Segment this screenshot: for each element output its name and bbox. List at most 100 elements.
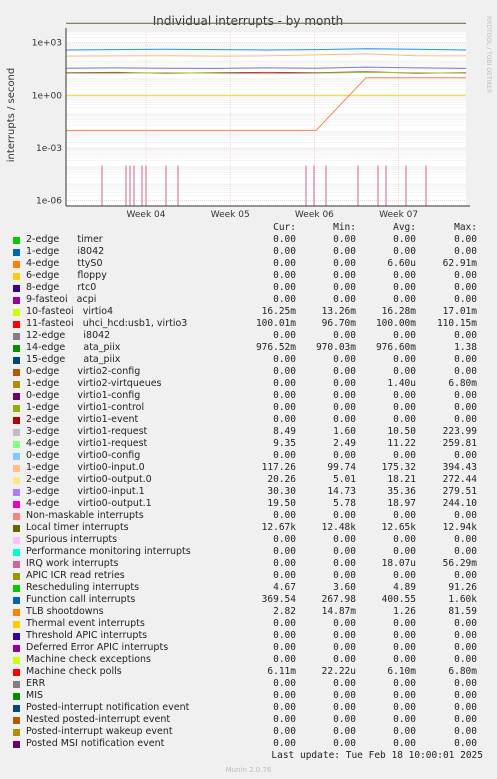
legend-avg: 18.07u <box>381 558 416 569</box>
legend-cur: 0.00 <box>273 366 296 377</box>
legend-max: 223.99 <box>442 426 477 437</box>
chart-title: Individual interrupts - by month <box>153 14 344 28</box>
legend-row: 12-edge i8042 0.00 0.00 0.00 0.00 <box>12 330 492 342</box>
legend-avg: 18.97 <box>387 498 416 509</box>
legend-min: 0.00 <box>333 402 356 413</box>
legend-max: 259.81 <box>442 438 477 449</box>
legend-min: 0.00 <box>333 282 356 293</box>
legend-row: Function call interrupts 369.54 267.98 400.… <box>12 594 492 606</box>
legend-label: Performance monitoring interrupts <box>26 546 191 557</box>
legend-label: Non-maskable interrupts <box>26 510 144 521</box>
legend-avg: 6.60u <box>387 258 416 269</box>
legend-avg: 35.36 <box>387 486 416 497</box>
legend-swatch <box>13 345 20 352</box>
legend-max: 0.00 <box>454 630 477 641</box>
legend-cur: 0.00 <box>273 738 296 749</box>
legend-cur: 976.52m <box>255 342 296 353</box>
legend-label: 4-edge ttyS0 <box>26 258 103 269</box>
legend-min: 0.00 <box>333 558 356 569</box>
legend-row: 14-edge ata_piix 976.52m 970.03m 976.60m 1.3… <box>12 342 492 354</box>
legend-cur: 0.00 <box>273 330 296 341</box>
legend-row: 15-edge ata_piix 0.00 0.00 0.00 0.00 <box>12 354 492 366</box>
legend-min: 0.00 <box>333 654 356 665</box>
legend-max: 394.43 <box>442 462 477 473</box>
legend-label: TLB shootdowns <box>26 606 104 617</box>
legend-min: 96.70m <box>321 318 356 329</box>
legend-max: 244.10 <box>442 498 477 509</box>
legend-row: 2-edge timer 0.00 0.00 0.00 0.00 <box>12 234 492 246</box>
legend-cur: 369.54 <box>261 594 296 605</box>
legend-label: Posted-interrupt notification event <box>26 702 190 713</box>
legend-cur: 0.00 <box>273 246 296 257</box>
legend-max: 6.80m <box>448 378 477 389</box>
header-max: Max: <box>454 222 477 233</box>
legend-max: 272.44 <box>442 474 477 485</box>
legend-cur: 0.00 <box>273 414 296 425</box>
legend-max: 0.00 <box>454 402 477 413</box>
legend-swatch <box>13 285 20 292</box>
legend-max: 0.00 <box>454 270 477 281</box>
legend-max: 0.00 <box>454 366 477 377</box>
legend-min: 0.00 <box>333 690 356 701</box>
header-cur: Cur: <box>273 222 296 233</box>
legend-cur: 4.67 <box>273 582 296 593</box>
legend-avg: 0.00 <box>393 678 416 689</box>
legend-avg: 0.00 <box>393 534 416 545</box>
legend-label: 4-edge virtio0-output.1 <box>26 498 152 509</box>
legend-min: 0.00 <box>333 294 356 305</box>
legend-row: Posted-interrupt wakeup event 0.00 0.00 0.0… <box>12 726 492 738</box>
legend-row: 11-fasteoi uhci_hcd:usb1, virtio3 100.01m… <box>12 318 492 330</box>
legend-swatch <box>13 489 20 496</box>
legend-swatch <box>13 465 20 472</box>
legend-max: 0.00 <box>454 534 477 545</box>
legend-label: 0-edge virtio2-config <box>26 366 141 377</box>
legend-min: 14.87m <box>321 606 356 617</box>
legend-row: MIS 0.00 0.00 0.00 0.00 <box>12 690 492 702</box>
legend-swatch <box>13 297 20 304</box>
legend-max: 91.26 <box>448 582 477 593</box>
legend-min: 0.00 <box>333 366 356 377</box>
header-min: Min: <box>333 222 356 233</box>
legend-label: 0-edge virtio1-config <box>26 390 141 401</box>
legend-swatch <box>13 741 20 748</box>
legend-max: 0.00 <box>454 414 477 425</box>
legend-row: IRQ work interrupts 0.00 0.00 18.07u 56.29m <box>12 558 492 570</box>
legend-label: 15-edge ata_piix <box>26 354 121 365</box>
legend-cur: 2.82 <box>273 606 296 617</box>
legend-cur: 0.00 <box>273 294 296 305</box>
legend-min: 0.00 <box>333 378 356 389</box>
legend-row: Spurious interrupts 0.00 0.00 0.00 0.00 <box>12 534 492 546</box>
legend-label: 11-fasteoi uhci_hcd:usb1, virtio3 <box>26 318 188 329</box>
legend-swatch <box>13 537 20 544</box>
x-tick-label: Week 05 <box>211 210 250 220</box>
legend-min: 14.73 <box>327 486 356 497</box>
legend-max: 0.00 <box>454 654 477 665</box>
legend-min: 22.22u <box>321 666 356 677</box>
legend-min: 0.00 <box>333 630 356 641</box>
legend-swatch <box>13 273 20 280</box>
legend-label: 2-edge timer <box>26 234 103 245</box>
legend-swatch <box>13 309 20 316</box>
legend-label: 3-edge virtio0-input.1 <box>26 486 145 497</box>
legend-cur: 0.00 <box>273 654 296 665</box>
legend-cur: 30.30 <box>267 486 296 497</box>
legend-avg: 0.00 <box>393 546 416 557</box>
legend-max: 0.00 <box>454 570 477 581</box>
legend-row: 1-edge virtio1-control 0.00 0.00 0.00 0.00 <box>12 402 492 414</box>
legend-min: 2.49 <box>333 438 356 449</box>
legend-swatch <box>13 357 20 364</box>
legend-row: 1-edge i8042 0.00 0.00 0.00 0.00 <box>12 246 492 258</box>
legend-max: 0.00 <box>454 282 477 293</box>
legend-min: 0.00 <box>333 246 356 257</box>
y-axis-label: interrupts / second <box>6 68 17 162</box>
legend-min: 13.26m <box>321 306 356 317</box>
legend-row: 10-fasteoi virtio4 16.25m 13.26m 16.28m 17.0… <box>12 306 492 318</box>
legend-swatch <box>13 453 20 460</box>
legend-max: 1.38 <box>454 342 477 353</box>
legend-row: 4-edge ttyS0 0.00 0.00 6.60u 62.91m <box>12 258 492 270</box>
legend-row: 3-edge virtio1-request 8.49 1.60 10.50 223.9… <box>12 426 492 438</box>
legend-cur: 0.00 <box>273 402 296 413</box>
legend-swatch <box>13 525 20 532</box>
legend-swatch <box>13 249 20 256</box>
legend-label: ERR <box>26 678 46 689</box>
